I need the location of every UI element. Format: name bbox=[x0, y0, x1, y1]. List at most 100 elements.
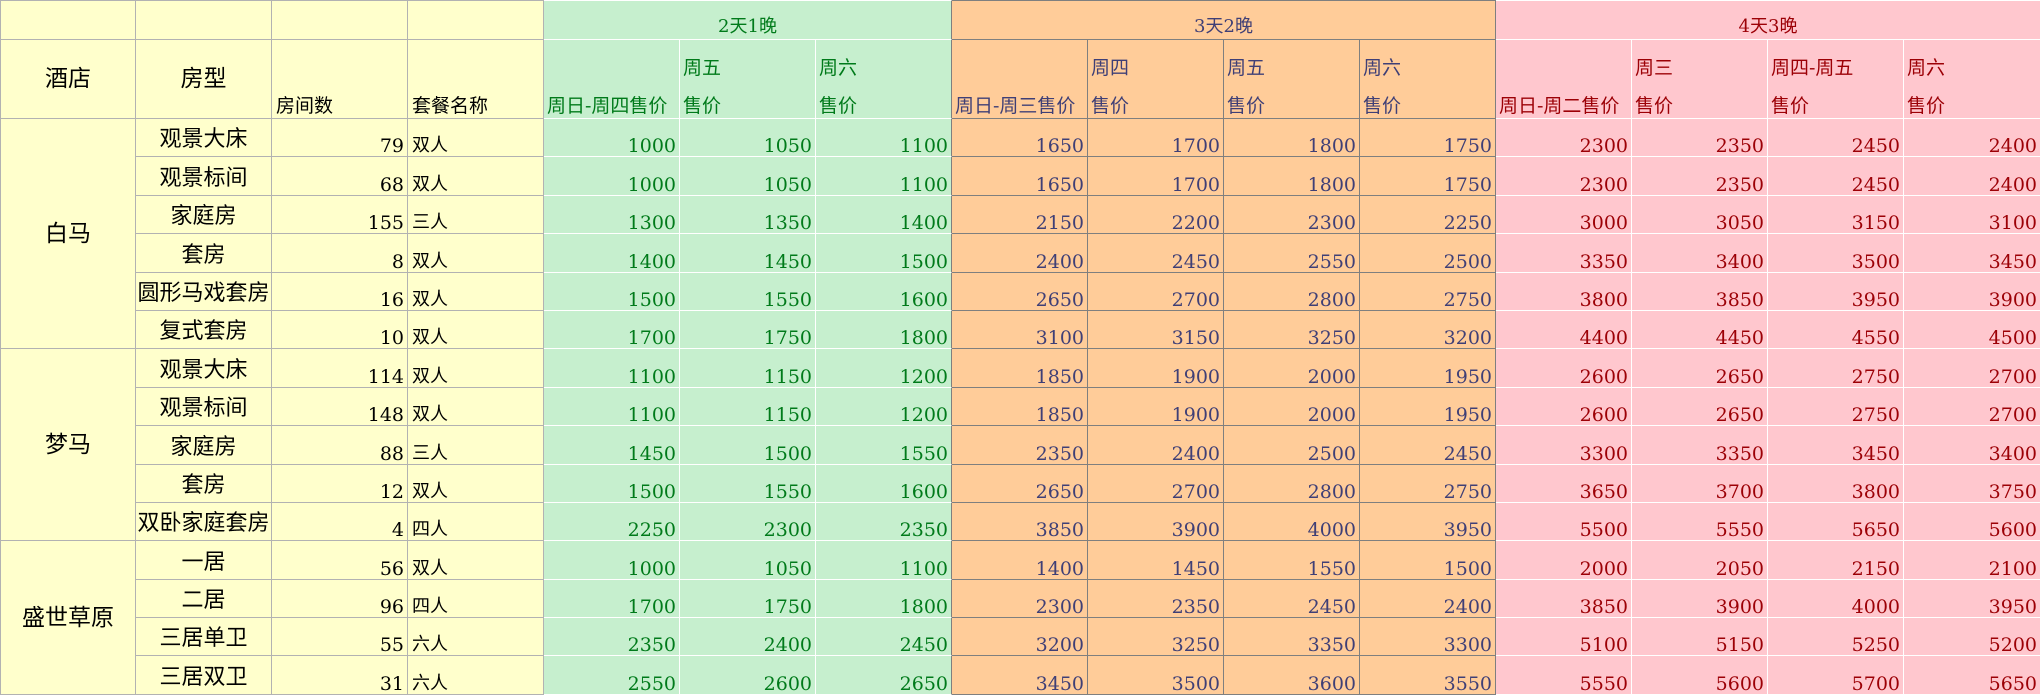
price-cell[interactable]: 2000 bbox=[1224, 349, 1360, 388]
price-cell[interactable]: 2650 bbox=[952, 272, 1088, 311]
price-cell[interactable]: 3850 bbox=[952, 502, 1088, 542]
package-cell[interactable]: 三人 bbox=[408, 426, 544, 465]
price-cell[interactable]: 1800 bbox=[1224, 157, 1360, 196]
room-type-cell[interactable]: 复式套房 bbox=[136, 310, 272, 350]
price-cell[interactable]: 3350 bbox=[1632, 426, 1768, 465]
room-count-cell[interactable]: 55 bbox=[272, 618, 408, 657]
price-cell[interactable]: 2500 bbox=[1360, 234, 1496, 273]
empty-cell[interactable] bbox=[136, 0, 272, 40]
price-cell[interactable]: 3350 bbox=[1496, 234, 1632, 273]
price-cell[interactable]: 2800 bbox=[1224, 464, 1360, 503]
price-cell[interactable]: 2300 bbox=[952, 579, 1088, 619]
room-type-cell[interactable]: 一居 bbox=[136, 541, 272, 580]
price-cell[interactable]: 1050 bbox=[680, 119, 816, 158]
room-type-cell[interactable]: 套房 bbox=[136, 234, 272, 273]
price-cell[interactable]: 1750 bbox=[1360, 119, 1496, 158]
price-cell[interactable]: 1400 bbox=[816, 195, 952, 235]
price-cell[interactable]: 3400 bbox=[1904, 426, 2041, 465]
room-type-cell[interactable]: 圆形马戏套房 bbox=[136, 272, 272, 311]
price-cell[interactable]: 1500 bbox=[816, 234, 952, 273]
price-cell[interactable]: 2750 bbox=[1360, 272, 1496, 311]
price-cell[interactable]: 2250 bbox=[544, 502, 680, 542]
package-cell[interactable]: 双人 bbox=[408, 272, 544, 311]
price-cell[interactable]: 2450 bbox=[1768, 157, 1904, 196]
package-cell[interactable]: 双人 bbox=[408, 464, 544, 503]
price-cell[interactable]: 2350 bbox=[816, 502, 952, 542]
price-cell[interactable]: 1900 bbox=[1088, 349, 1224, 388]
room-count-cell[interactable]: 96 bbox=[272, 579, 408, 619]
price-cell[interactable]: 2400 bbox=[1904, 157, 2041, 196]
price-cell[interactable]: 1300 bbox=[544, 195, 680, 235]
price-cell[interactable]: 2400 bbox=[1088, 426, 1224, 465]
price-cell[interactable]: 2300 bbox=[1224, 195, 1360, 235]
price-cell[interactable]: 1800 bbox=[1224, 119, 1360, 158]
price-cell[interactable]: 1550 bbox=[1224, 541, 1360, 580]
hotel-name-cell[interactable]: 盛世草原 bbox=[0, 541, 136, 695]
package-cell[interactable]: 六人 bbox=[408, 656, 544, 695]
room-type-cell[interactable]: 观景大床 bbox=[136, 349, 272, 388]
price-cell[interactable]: 2150 bbox=[952, 195, 1088, 235]
price-cell[interactable]: 2600 bbox=[680, 656, 816, 695]
price-cell[interactable]: 5550 bbox=[1632, 502, 1768, 542]
price-cell[interactable]: 4000 bbox=[1768, 579, 1904, 619]
package-cell[interactable]: 四人 bbox=[408, 579, 544, 619]
price-cell[interactable]: 1400 bbox=[952, 541, 1088, 580]
price-cell[interactable]: 5700 bbox=[1768, 656, 1904, 695]
empty-cell[interactable] bbox=[408, 0, 544, 40]
price-cell[interactable]: 1700 bbox=[544, 310, 680, 350]
price-cell[interactable]: 3700 bbox=[1632, 464, 1768, 503]
price-cell[interactable]: 1100 bbox=[816, 541, 952, 580]
price-cell[interactable]: 1800 bbox=[816, 579, 952, 619]
price-cell[interactable]: 2100 bbox=[1904, 541, 2041, 580]
price-cell[interactable]: 1450 bbox=[1088, 541, 1224, 580]
room-type-cell[interactable]: 观景标间 bbox=[136, 157, 272, 196]
price-cell[interactable]: 3900 bbox=[1904, 272, 2041, 311]
price-cell[interactable]: 2350 bbox=[544, 618, 680, 657]
price-cell[interactable]: 1600 bbox=[816, 464, 952, 503]
price-cell[interactable]: 1500 bbox=[544, 272, 680, 311]
price-cell[interactable]: 3450 bbox=[1904, 234, 2041, 273]
package-cell[interactable]: 三人 bbox=[408, 195, 544, 235]
price-cell[interactable]: 1950 bbox=[1360, 349, 1496, 388]
price-cell[interactable]: 2450 bbox=[1768, 119, 1904, 158]
price-cell[interactable]: 1100 bbox=[544, 349, 680, 388]
price-cell[interactable]: 2350 bbox=[1632, 119, 1768, 158]
price-cell[interactable]: 1650 bbox=[952, 157, 1088, 196]
price-cell[interactable]: 1800 bbox=[816, 310, 952, 350]
price-cell[interactable]: 1450 bbox=[544, 426, 680, 465]
price-cell[interactable]: 2650 bbox=[1632, 349, 1768, 388]
price-cell[interactable]: 3150 bbox=[1088, 310, 1224, 350]
price-cell[interactable]: 3950 bbox=[1360, 502, 1496, 542]
price-cell[interactable]: 2350 bbox=[952, 426, 1088, 465]
room-count-cell[interactable]: 4 bbox=[272, 502, 408, 542]
price-cell[interactable]: 2000 bbox=[1224, 387, 1360, 427]
price-cell[interactable]: 5250 bbox=[1768, 618, 1904, 657]
price-cell[interactable]: 1350 bbox=[680, 195, 816, 235]
price-cell[interactable]: 3600 bbox=[1224, 656, 1360, 695]
price-cell[interactable]: 2550 bbox=[544, 656, 680, 695]
price-cell[interactable]: 3950 bbox=[1768, 272, 1904, 311]
price-cell[interactable]: 5600 bbox=[1632, 656, 1768, 695]
price-cell[interactable]: 1700 bbox=[1088, 119, 1224, 158]
room-count-cell[interactable]: 88 bbox=[272, 426, 408, 465]
price-column-header[interactable]: 周四-周五 售价 bbox=[1768, 40, 1904, 119]
price-cell[interactable]: 5200 bbox=[1904, 618, 2041, 657]
stay-duration-header[interactable]: 2天1晚 bbox=[544, 0, 952, 40]
room-type-cell[interactable]: 双卧家庭套房 bbox=[136, 502, 272, 542]
price-column-header[interactable]: 周六 售价 bbox=[1904, 40, 2041, 119]
price-cell[interactable]: 2400 bbox=[680, 618, 816, 657]
price-cell[interactable]: 2700 bbox=[1904, 349, 2041, 388]
price-cell[interactable]: 3850 bbox=[1496, 579, 1632, 619]
price-cell[interactable]: 4450 bbox=[1632, 310, 1768, 350]
price-cell[interactable]: 4500 bbox=[1904, 310, 2041, 350]
price-cell[interactable]: 2750 bbox=[1768, 387, 1904, 427]
price-cell[interactable]: 2300 bbox=[1496, 119, 1632, 158]
package-cell[interactable]: 双人 bbox=[408, 387, 544, 427]
price-cell[interactable]: 1550 bbox=[816, 426, 952, 465]
price-cell[interactable]: 2650 bbox=[952, 464, 1088, 503]
price-cell[interactable]: 1150 bbox=[680, 387, 816, 427]
package-cell[interactable]: 四人 bbox=[408, 502, 544, 542]
price-cell[interactable]: 3500 bbox=[1768, 234, 1904, 273]
price-cell[interactable]: 4000 bbox=[1224, 502, 1360, 542]
package-cell[interactable]: 六人 bbox=[408, 618, 544, 657]
